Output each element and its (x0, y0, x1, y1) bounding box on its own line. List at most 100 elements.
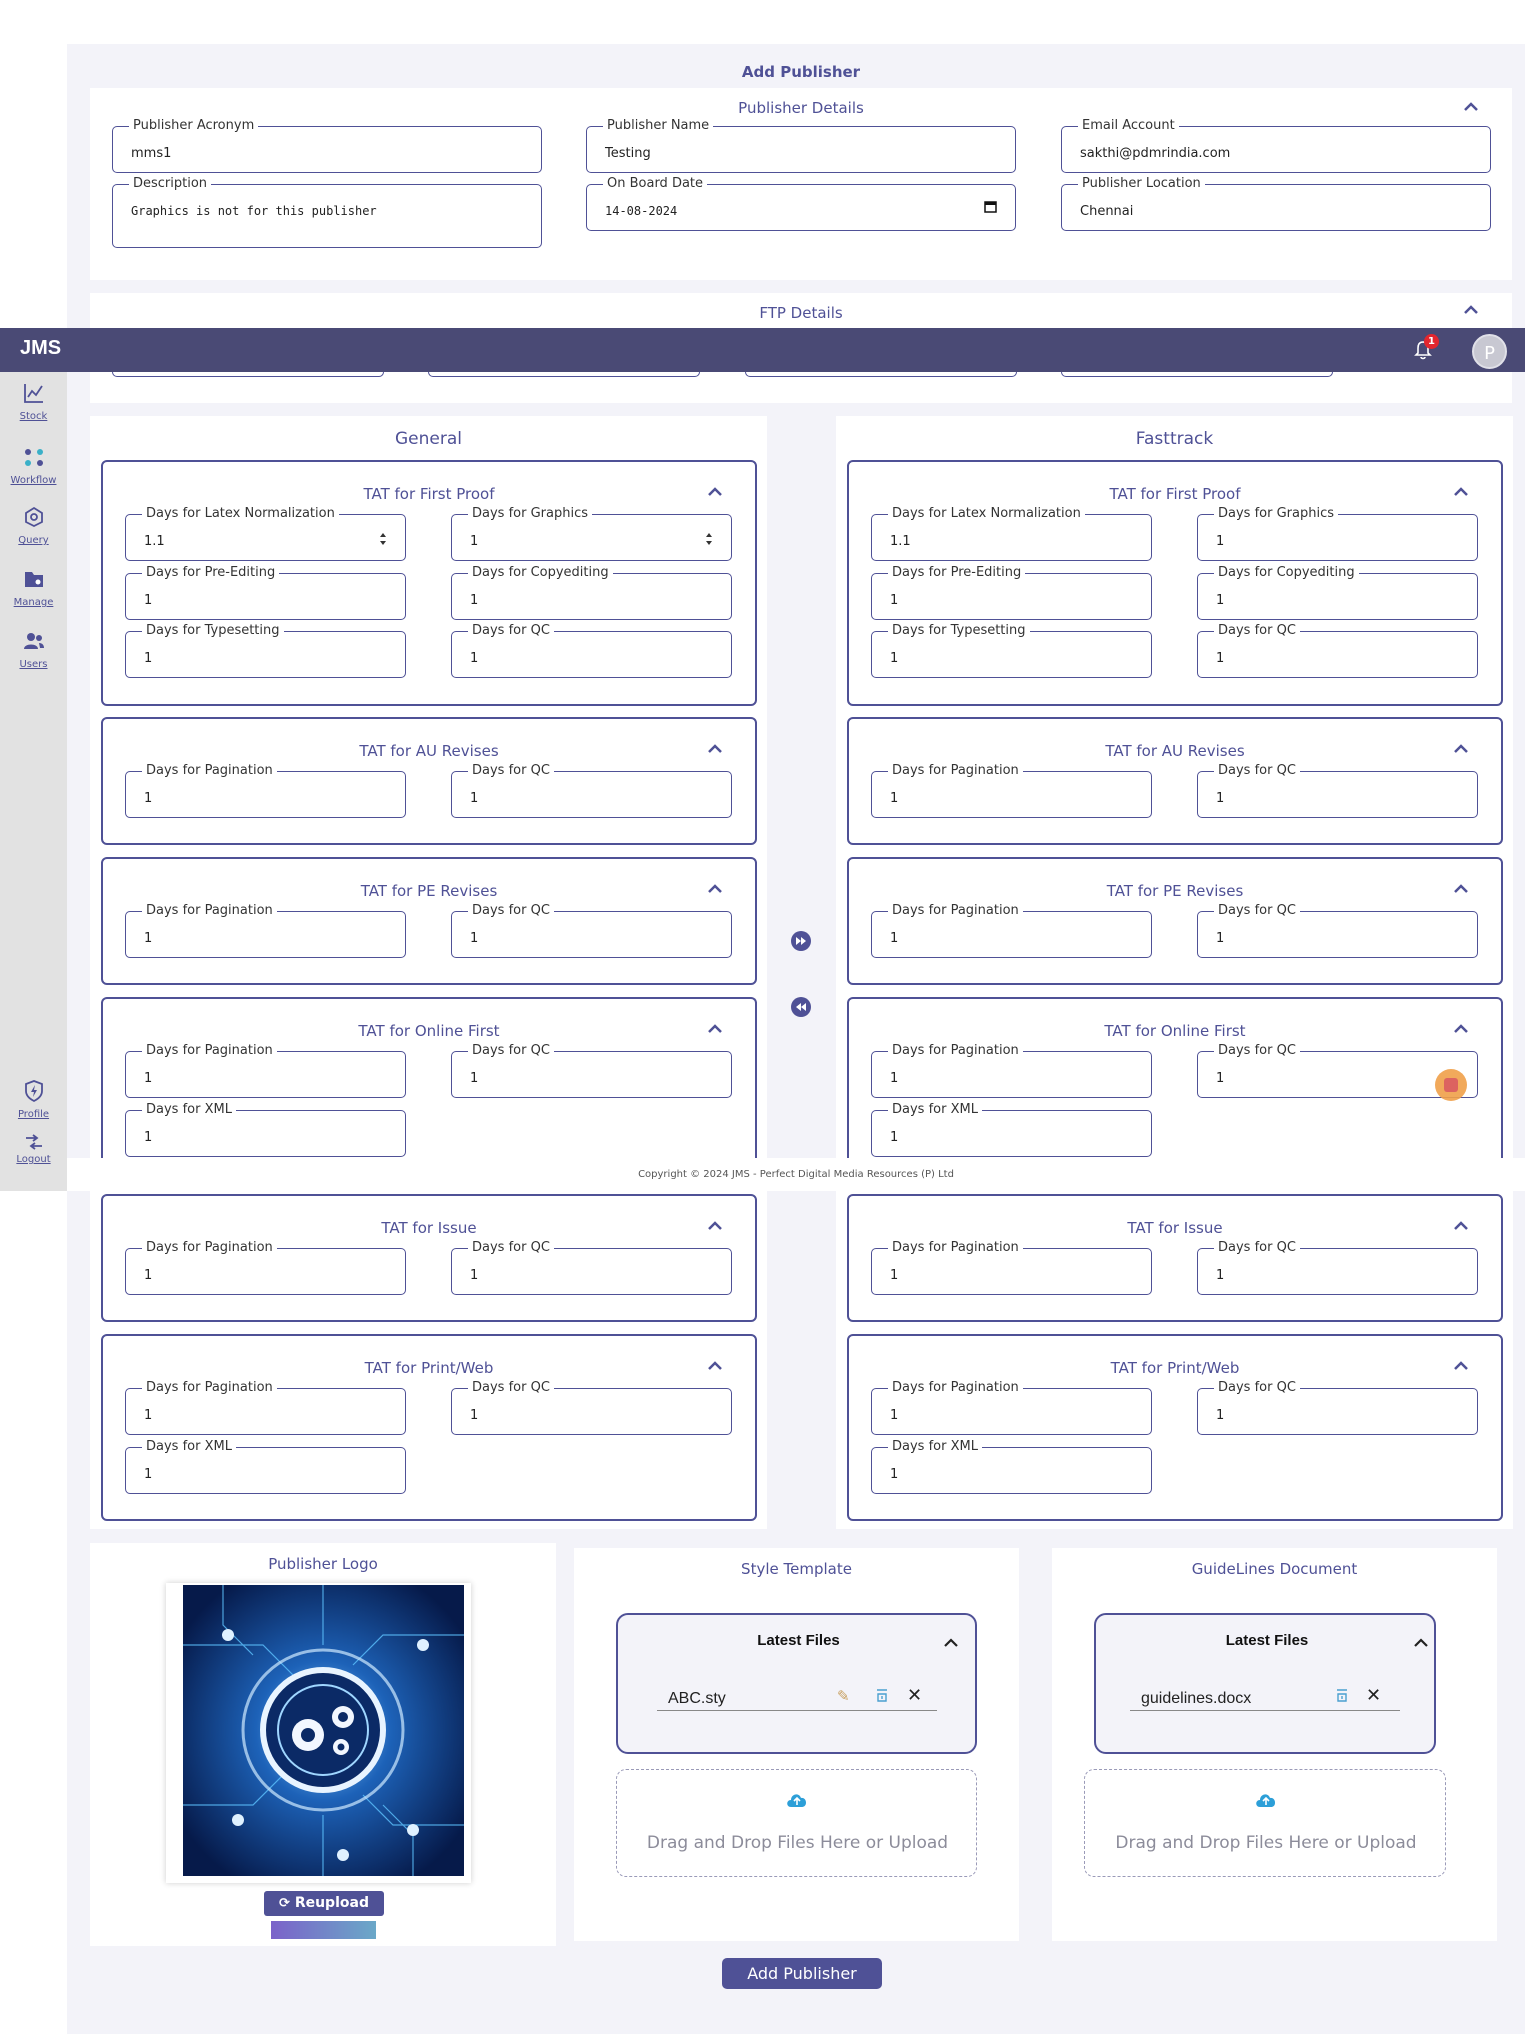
move-left-icon[interactable] (791, 997, 811, 1017)
general-first_proof-pre-editing-field[interactable]: Days for Pre-Editing 1 (125, 564, 406, 620)
ftp-details-title: FTP Details (759, 304, 843, 322)
remove-file-icon[interactable]: ✕ (907, 1685, 922, 1706)
collapse-chevron-icon[interactable] (708, 1221, 722, 1230)
collapse-chevron-icon[interactable] (1454, 487, 1468, 496)
collapse-chevron-icon[interactable] (708, 884, 722, 893)
fasttrack-online-pagination-label: Days for Pagination (888, 1043, 1023, 1058)
edit-pencil-icon[interactable]: ✎ (837, 1687, 850, 1705)
fasttrack-first_proof-latex-normalization-field[interactable]: Days for Latex Normalization 1.1 (871, 506, 1152, 561)
collapse-chevron-icon[interactable] (708, 1024, 722, 1033)
description-field[interactable]: Description Graphics is not for this publ… (112, 176, 542, 248)
dropzone-text: Drag and Drop Files Here or Upload (1115, 1833, 1417, 1853)
collapse-chevron-icon[interactable] (1454, 1024, 1468, 1033)
general-online-pagination-field[interactable]: Days for Pagination 1 (125, 1043, 406, 1098)
general-au-qc-field[interactable]: Days for QC 1 (451, 763, 732, 818)
general-pe-qc-field[interactable]: Days for QC 1 (451, 903, 732, 958)
general-online-qc-field[interactable]: Days for QC 1 (451, 1043, 732, 1098)
general-print-xml-field[interactable]: Days for XML 1 (125, 1438, 406, 1494)
fasttrack-first_proof-qc-field[interactable]: Days for QC 1 (1197, 623, 1478, 678)
collapse-chevron-icon[interactable] (1454, 1361, 1468, 1370)
on-board-date-label: On Board Date (603, 176, 708, 191)
general-first_proof-qc-field[interactable]: Days for QC 1 (451, 623, 732, 678)
fasttrack-first_proof-copyediting-label: Days for Copyediting (1214, 564, 1359, 580)
general-first_proof-graphics-field[interactable]: Days for Graphics 1 (451, 506, 732, 561)
collapse-chevron-icon[interactable] (1464, 305, 1478, 314)
general-issue-qc-value: 1 (470, 1268, 479, 1283)
fasttrack-tat-print-card: TAT for Print/Web Days for Pagination 1 Day… (847, 1334, 1503, 1521)
general-au-pagination-field[interactable]: Days for Pagination 1 (125, 763, 406, 818)
sidebar-item-users[interactable]: Users (0, 630, 67, 670)
sidebar-item-profile[interactable]: Profile (0, 1080, 67, 1120)
general-first_proof-copyediting-field[interactable]: Days for Copyediting 1 (451, 564, 732, 620)
publisher-name-field[interactable]: Publisher Name Testing (586, 118, 1016, 173)
fasttrack-online-xml-field[interactable]: Days for XML 1 (871, 1101, 1152, 1157)
sidebar-item-manage[interactable]: Manage (0, 568, 67, 608)
calendar-icon[interactable] (984, 200, 997, 213)
fasttrack-pe-qc-field[interactable]: Days for QC 1 (1197, 903, 1478, 958)
number-spinner-icon[interactable] (379, 531, 387, 547)
reupload-button[interactable]: ⟳ Reupload (264, 1891, 384, 1916)
general-first_proof-typesetting-field[interactable]: Days for Typesetting 1 (125, 623, 406, 678)
general-issue-pagination-field[interactable]: Days for Pagination 1 (125, 1240, 406, 1295)
card-title: TAT for First Proof (363, 485, 495, 503)
sidebar-item-label: Query (18, 535, 49, 546)
collapse-chevron-icon[interactable] (1454, 1221, 1468, 1230)
fasttrack-issue-qc-field[interactable]: Days for QC 1 (1197, 1240, 1478, 1295)
download-icon[interactable] (1335, 1687, 1349, 1703)
general-first_proof-copyediting-label: Days for Copyediting (468, 564, 613, 580)
collapse-chevron-icon[interactable] (944, 1638, 958, 1647)
add-publisher-button[interactable]: Add Publisher (722, 1958, 882, 1989)
general-online-xml-value: 1 (144, 1129, 153, 1145)
collapse-chevron-icon[interactable] (1414, 1638, 1428, 1647)
fasttrack-first_proof-typesetting-field[interactable]: Days for Typesetting 1 (871, 623, 1152, 678)
sidebar-item-stock[interactable]: Stock (0, 382, 67, 422)
publisher-acronym-field[interactable]: Publisher Acronym mms1 (112, 118, 542, 173)
collapse-chevron-icon[interactable] (1454, 744, 1468, 753)
remove-file-icon[interactable]: ✕ (1366, 1685, 1381, 1706)
general-online-xml-field[interactable]: Days for XML 1 (125, 1101, 406, 1157)
fasttrack-issue-pagination-field[interactable]: Days for Pagination 1 (871, 1240, 1152, 1295)
sidebar-item-workflow[interactable]: Workflow (0, 446, 67, 486)
fasttrack-au-qc-field[interactable]: Days for QC 1 (1197, 763, 1478, 818)
collapse-chevron-icon[interactable] (708, 487, 722, 496)
general-first_proof-latex-normalization-field[interactable]: Days for Latex Normalization 1.1 (125, 506, 406, 561)
general-print-qc-field[interactable]: Days for QC 1 (451, 1380, 732, 1435)
sidebar-item-query[interactable]: Query (0, 506, 67, 546)
fasttrack-online-pagination-field[interactable]: Days for Pagination 1 (871, 1043, 1152, 1098)
fasttrack-tat-first_proof-card: TAT for First Proof Days for Latex Normal… (847, 460, 1503, 706)
collapse-chevron-icon[interactable] (1454, 884, 1468, 893)
fasttrack-print-qc-field[interactable]: Days for QC 1 (1197, 1380, 1478, 1435)
sidebar-item-label: Logout (16, 1154, 51, 1165)
fasttrack-au-pagination-field[interactable]: Days for Pagination 1 (871, 763, 1152, 818)
general-issue-qc-field[interactable]: Days for QC 1 (451, 1240, 732, 1295)
fasttrack-print-xml-field[interactable]: Days for XML 1 (871, 1438, 1152, 1494)
style-dropzone[interactable]: Drag and Drop Files Here or Upload (616, 1769, 977, 1877)
download-icon[interactable] (875, 1687, 889, 1703)
move-right-icon[interactable] (791, 931, 811, 951)
number-spinner-icon[interactable] (705, 531, 713, 547)
publisher-location-field[interactable]: Publisher Location Chennai (1061, 176, 1491, 231)
fasttrack-print-pagination-field[interactable]: Days for Pagination 1 (871, 1380, 1152, 1435)
email-account-field[interactable]: Email Account sakthi@pdmrindia.com (1061, 118, 1491, 173)
avatar[interactable]: P (1472, 334, 1507, 369)
sidebar-item-logout[interactable]: Logout (0, 1134, 67, 1165)
fasttrack-first_proof-copyediting-field[interactable]: Days for Copyediting 1 (1197, 564, 1478, 620)
card-title: TAT for Online First (1104, 1022, 1246, 1040)
fasttrack-first_proof-graphics-field[interactable]: Days for Graphics 1 (1197, 506, 1478, 561)
style-file-name: ABC.sty (668, 1690, 726, 1707)
fasttrack-issue-pagination-value: 1 (890, 1268, 899, 1283)
fasttrack-pe-pagination-field[interactable]: Days for Pagination 1 (871, 903, 1152, 958)
brand-logo[interactable]: JMS (20, 337, 61, 360)
collapse-chevron-icon[interactable] (1464, 102, 1478, 111)
sidebar (0, 372, 67, 1191)
fasttrack-tat-issue-card: TAT for Issue Days for Pagination 1 Days fo… (847, 1194, 1503, 1322)
general-print-pagination-field[interactable]: Days for Pagination 1 (125, 1380, 406, 1435)
on-board-date-field[interactable]: On Board Date 14-08-2024 (586, 176, 1016, 231)
guidelines-dropzone[interactable]: Drag and Drop Files Here or Upload (1084, 1769, 1446, 1877)
collapse-chevron-icon[interactable] (708, 1361, 722, 1370)
fasttrack-print-pagination-value: 1 (890, 1408, 899, 1423)
fasttrack-first_proof-pre-editing-field[interactable]: Days for Pre-Editing 1 (871, 564, 1152, 620)
general-pe-pagination-field[interactable]: Days for Pagination 1 (125, 903, 406, 958)
general-tat-au-card: TAT for AU Revises Days for Pagination 1 Da… (101, 717, 757, 845)
collapse-chevron-icon[interactable] (708, 744, 722, 753)
